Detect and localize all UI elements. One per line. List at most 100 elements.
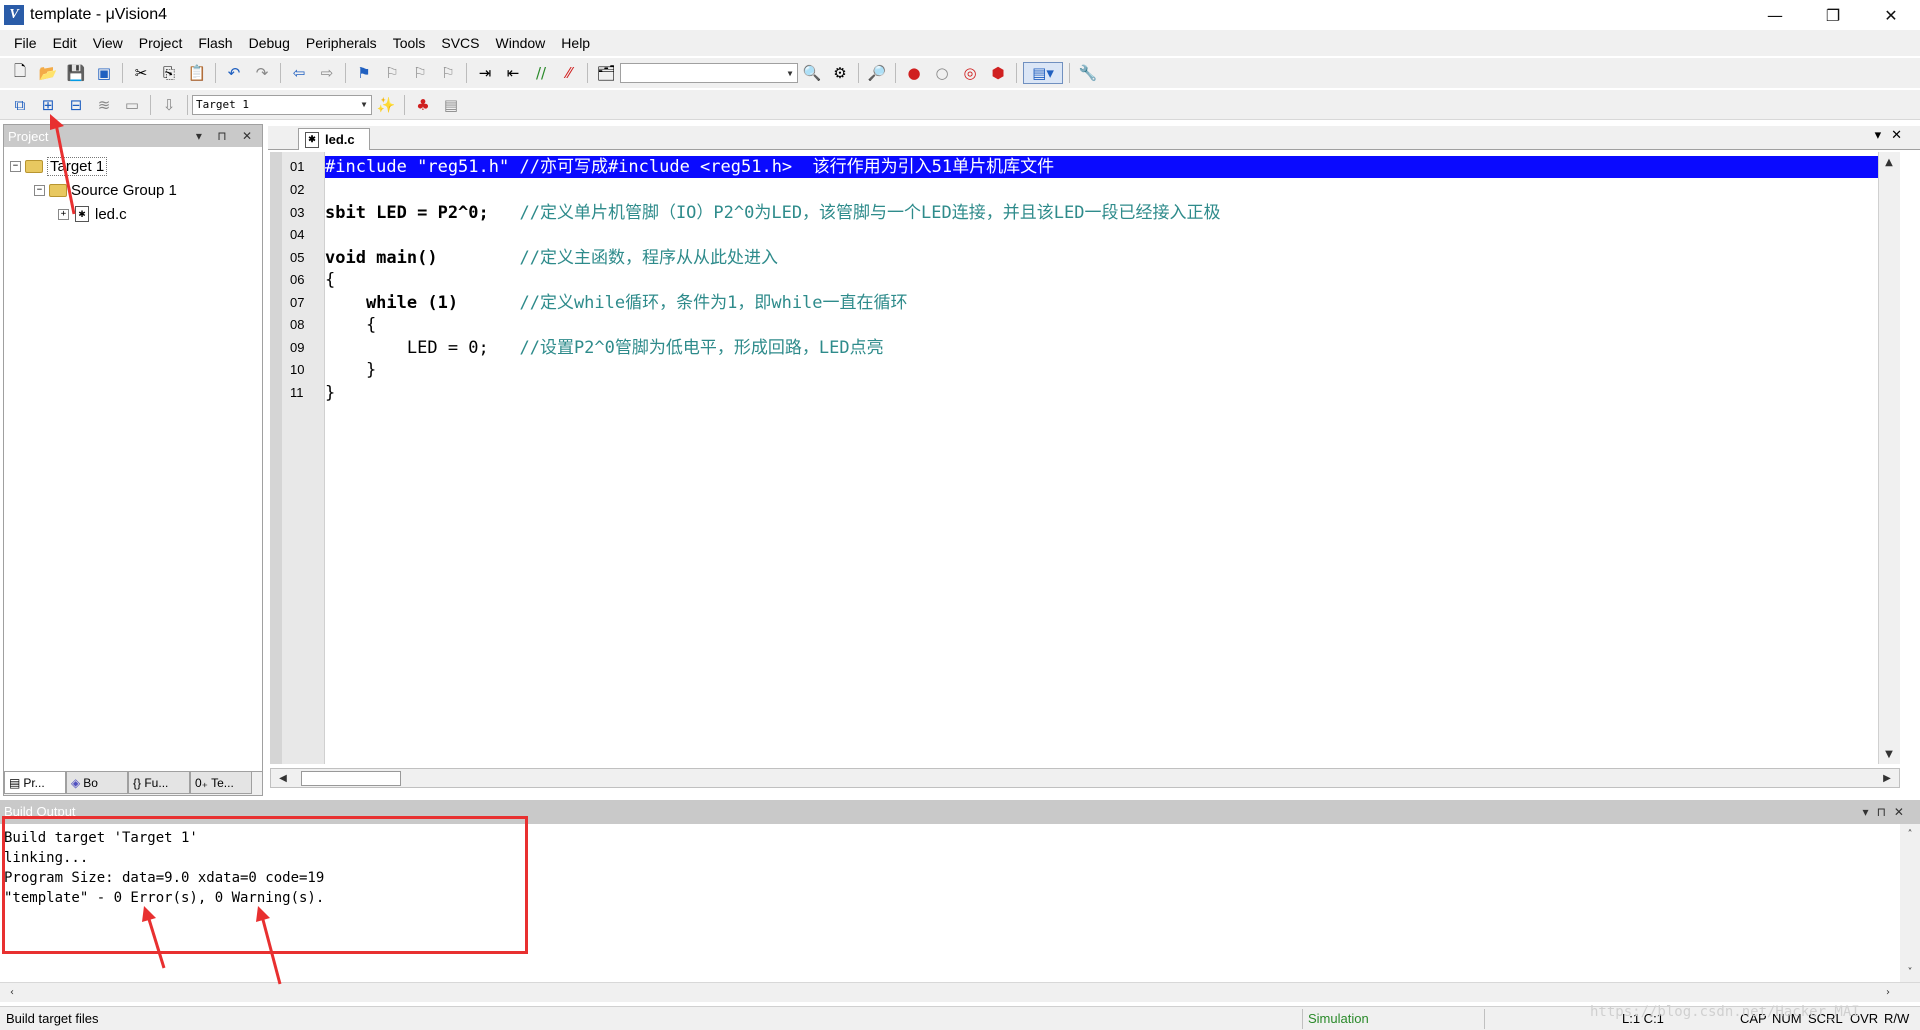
menu-file[interactable]: File (6, 35, 45, 51)
insert-breakpoint-icon[interactable]: ● (902, 62, 926, 84)
scroll-up-icon[interactable]: ▲ (1881, 154, 1897, 170)
comment-icon[interactable]: // (529, 62, 553, 84)
collapse-icon[interactable]: − (10, 160, 21, 172)
undo-icon[interactable]: ↶ (222, 62, 246, 84)
minimize-button[interactable]: — (1746, 0, 1804, 30)
bookmark-icon[interactable]: ⚑ (352, 62, 376, 84)
scroll-right-icon[interactable]: › (1880, 984, 1896, 1000)
menu-project[interactable]: Project (131, 35, 191, 51)
find-combo[interactable]: ▼ (620, 63, 798, 83)
code-editor[interactable]: 01 02 03 04 05 06 07 08 09 10 11 #includ… (270, 152, 1900, 764)
code-text: } (325, 360, 377, 380)
find-in-files-icon[interactable]: 🗂 (594, 62, 618, 84)
start-debug-icon[interactable]: 🔎 (865, 62, 889, 84)
configure-icon[interactable]: 🔧 (1076, 62, 1100, 84)
next-bookmark-icon[interactable]: ⚐ (408, 62, 432, 84)
menu-window[interactable]: Window (488, 35, 554, 51)
uncomment-icon[interactable]: ⁄⁄ (557, 62, 581, 84)
line-number: 08 (290, 317, 305, 332)
editor-horizontal-scrollbar[interactable]: ◀ ▶ (270, 768, 1900, 788)
open-file-icon[interactable]: 📂 (36, 62, 60, 84)
tab-functions[interactable]: {} Fu... (128, 772, 190, 794)
incremental-find-icon[interactable]: ⚙ (828, 62, 852, 84)
breakpoint-margin[interactable] (270, 152, 282, 764)
menu-peripherals[interactable]: Peripherals (298, 35, 385, 51)
indent-icon[interactable]: ⇥ (473, 62, 497, 84)
code-line[interactable]: { (325, 269, 335, 291)
toolbar-separator (1016, 63, 1017, 83)
panel-controls[interactable]: ▾ ⊓ ✕ (196, 129, 258, 143)
download-icon[interactable]: ⇩ (157, 94, 181, 116)
restore-button[interactable]: ❐ (1804, 0, 1862, 30)
disable-breakpoints-icon[interactable]: ◎ (958, 62, 982, 84)
window-title: template - μVision4 (30, 6, 167, 23)
editor-vertical-scrollbar[interactable]: ▲ ▼ (1878, 152, 1900, 764)
line-number: 03 (290, 205, 305, 220)
save-icon[interactable]: 💾 (64, 62, 88, 84)
build-toolbar: ⧉ ⊞ ⊟ ≋ ▭ ⇩ Target 1 ▼ ✨ ♣ ▤ (0, 90, 1920, 120)
translate-icon[interactable]: ⧉ (8, 94, 32, 116)
build-output-vertical-scrollbar[interactable]: ˄ ˅ (1900, 824, 1920, 982)
code-line[interactable]: while (1) //定义while循环，条件为1，即while一直在循环 (325, 292, 908, 314)
tab-books[interactable]: ◈ Bo (66, 772, 128, 794)
annotation-arrow (256, 906, 282, 985)
code-line[interactable]: { (325, 314, 376, 336)
manage-components-icon[interactable]: ♣ (411, 94, 435, 116)
menu-debug[interactable]: Debug (241, 35, 298, 51)
scrollbar-thumb[interactable] (301, 771, 401, 786)
target-options-icon[interactable]: ✨ (374, 94, 398, 116)
line-number: 09 (290, 340, 305, 355)
close-button[interactable]: ✕ (1862, 0, 1920, 30)
code-line[interactable]: } (325, 382, 335, 404)
manage-books-icon[interactable]: ▤ (439, 94, 463, 116)
tab-project[interactable]: ▤ Pr... (4, 772, 66, 794)
code-line[interactable]: sbit LED = P2^0; //定义单片机管脚（IO）P2^0为LED，该… (325, 202, 1220, 224)
window-layout-icon[interactable]: ▤▾ (1023, 62, 1063, 84)
code-text: LED = 0; (325, 338, 520, 358)
save-all-icon[interactable]: ▣ (92, 62, 116, 84)
scroll-left-icon[interactable]: ‹ (4, 984, 20, 1000)
prev-bookmark-icon[interactable]: ⚐ (380, 62, 404, 84)
menu-flash[interactable]: Flash (190, 35, 240, 51)
find-icon[interactable]: 🔍 (800, 62, 824, 84)
copy-icon[interactable]: ⎘ (157, 62, 181, 84)
cut-icon[interactable]: ✂ (129, 62, 153, 84)
menu-svcs[interactable]: SVCS (433, 35, 487, 51)
batch-build-icon[interactable]: ≋ (92, 94, 116, 116)
redo-icon[interactable]: ↷ (250, 62, 274, 84)
code-line[interactable]: void main() //定义主函数，程序从从此处进入 (325, 247, 778, 269)
paste-icon[interactable]: 📋 (185, 62, 209, 84)
editor-tab-controls[interactable]: ▾✕ (1875, 128, 1912, 143)
code-line[interactable]: } (325, 359, 376, 381)
kill-breakpoints-icon[interactable]: ⬢ (986, 62, 1010, 84)
tab-books-label: Bo (83, 775, 98, 790)
file-toolbar: 🗋 📂 💾 ▣ ✂ ⎘ 📋 ↶ ↷ ⇦ ⇨ ⚑ ⚐ ⚐ ⚐ ⇥ ⇤ // ⁄⁄ … (0, 58, 1920, 88)
menu-help[interactable]: Help (553, 35, 598, 51)
code-line[interactable]: #include "reg51.h" //亦可写成#include <reg51… (325, 156, 1900, 178)
scroll-down-icon[interactable]: ˅ (1902, 964, 1918, 980)
code-comment: //定义单片机管脚（IO）P2^0为LED，该管脚与一个LED连接，并且该LED… (519, 203, 1221, 223)
scroll-down-icon[interactable]: ▼ (1881, 746, 1897, 762)
panel-controls[interactable]: ▾⊓✕ (1863, 800, 1912, 824)
nav-back-icon[interactable]: ⇦ (287, 62, 311, 84)
menu-edit[interactable]: Edit (45, 35, 85, 51)
menu-tools[interactable]: Tools (385, 35, 434, 51)
scroll-right-icon[interactable]: ▶ (1879, 770, 1895, 786)
stop-build-icon[interactable]: ▭ (120, 94, 144, 116)
code-line[interactable]: LED = 0; //设置P2^0管脚为低电平，形成回路，LED点亮 (325, 337, 884, 359)
enable-breakpoint-icon[interactable]: ○ (930, 62, 954, 84)
tab-templates[interactable]: 0₊ Te... (190, 772, 252, 794)
target-select[interactable]: Target 1 ▼ (192, 94, 372, 115)
tab-led-c[interactable]: ✱ led.c (298, 128, 370, 150)
menu-view[interactable]: View (85, 35, 131, 51)
new-file-icon[interactable]: 🗋 (8, 62, 32, 84)
status-divider (1484, 1009, 1485, 1029)
scroll-left-icon[interactable]: ◀ (275, 770, 291, 786)
unindent-icon[interactable]: ⇤ (501, 62, 525, 84)
code-comment: //定义主函数，程序从从此处进入 (519, 248, 778, 268)
scroll-up-icon[interactable]: ˄ (1902, 826, 1918, 842)
clear-bookmarks-icon[interactable]: ⚐ (436, 62, 460, 84)
nav-forward-icon[interactable]: ⇨ (315, 62, 339, 84)
line-number: 04 (290, 227, 305, 242)
code-text: void main() (325, 248, 520, 268)
